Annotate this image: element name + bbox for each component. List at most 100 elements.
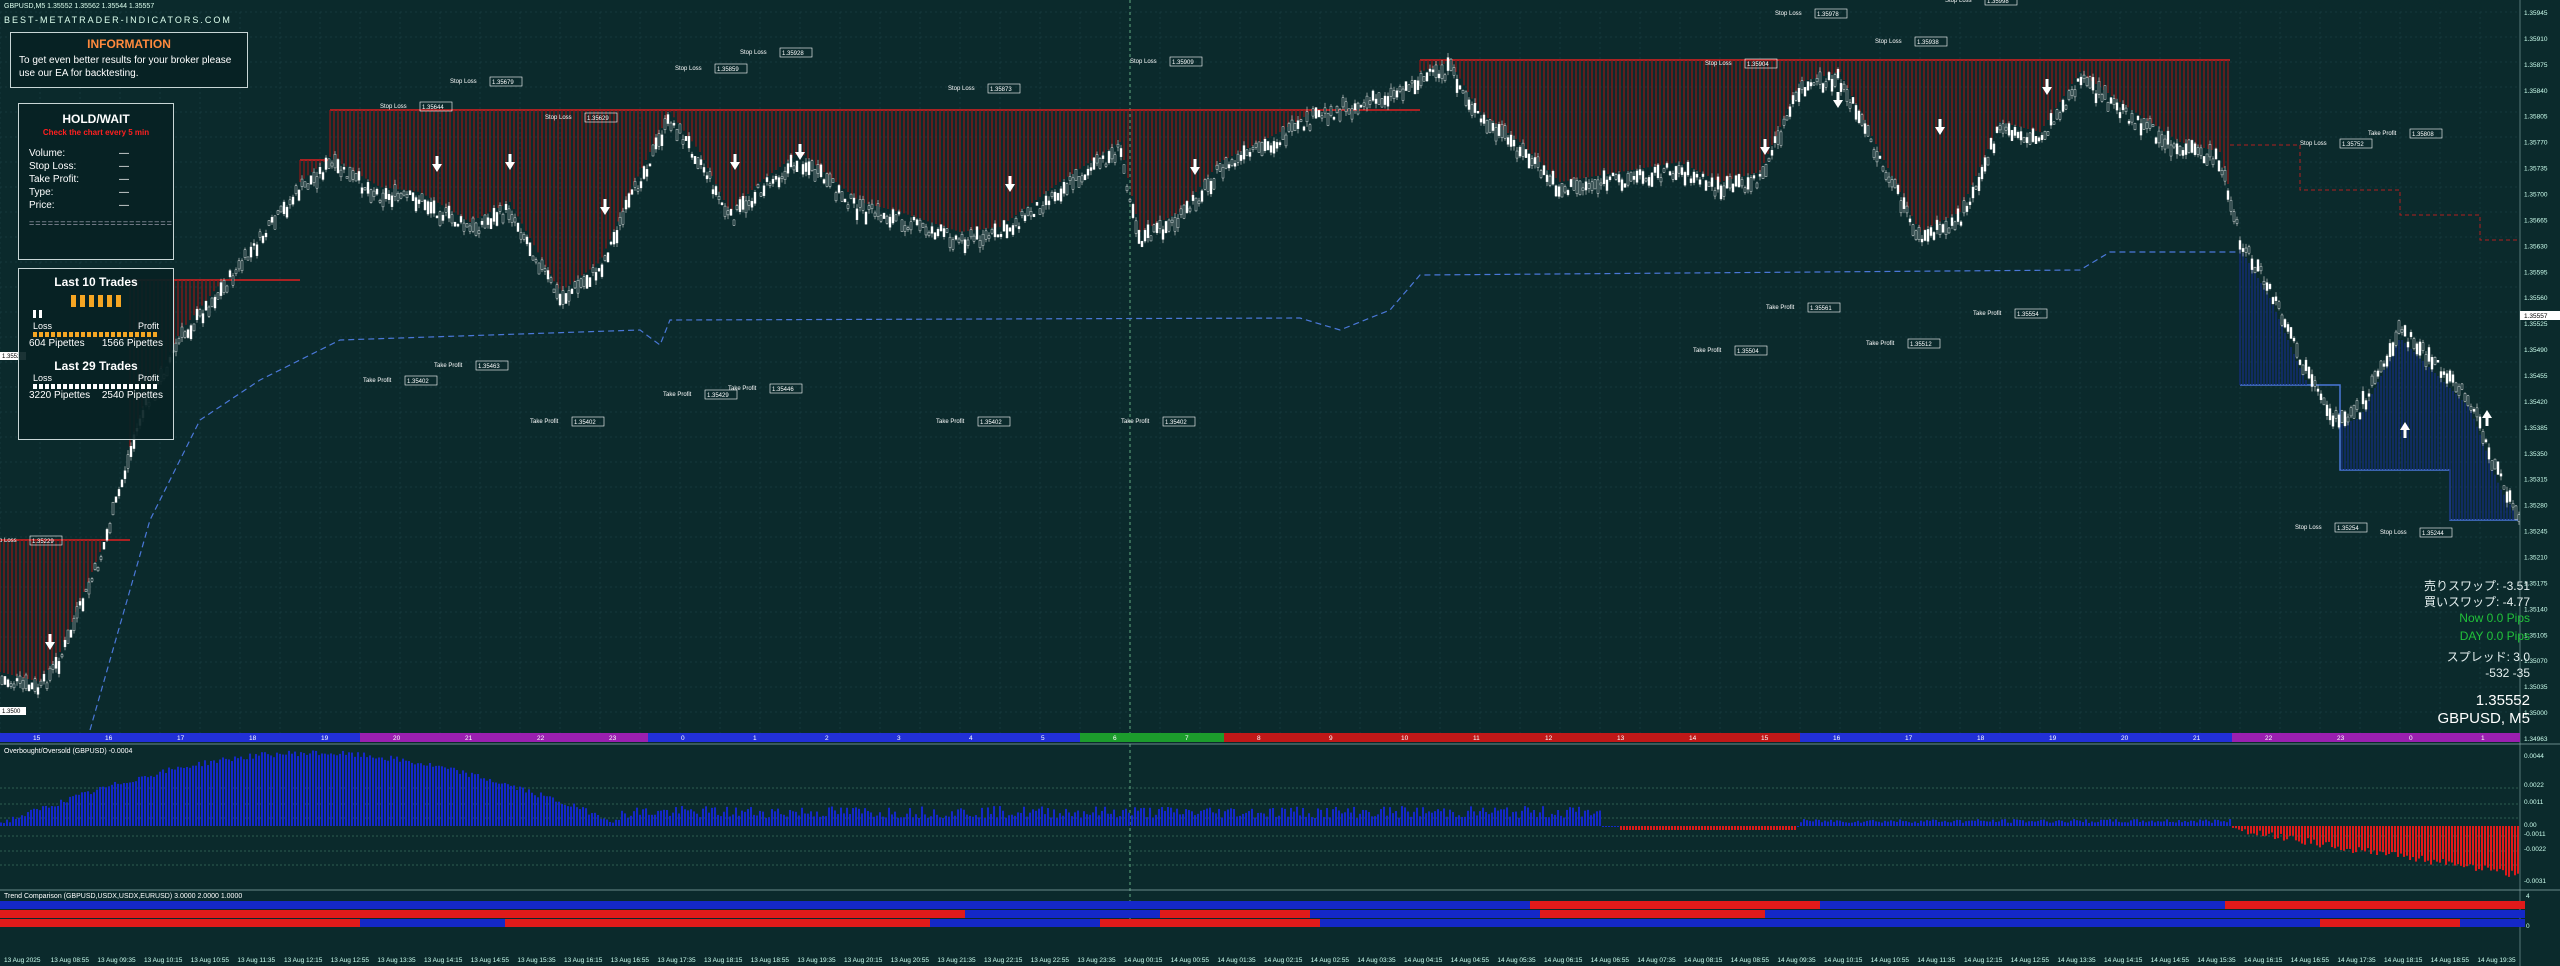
osc-bar [939, 817, 941, 826]
candle [405, 194, 409, 198]
osc-bar [1107, 813, 1109, 826]
candle [2490, 460, 2494, 471]
osc-bar [1806, 820, 1808, 826]
candle [2244, 247, 2248, 253]
candle [2493, 458, 2497, 470]
candle [690, 153, 694, 158]
candle [987, 235, 991, 239]
osc-bar [1866, 820, 1868, 826]
osc-bar [2358, 826, 2360, 848]
osc-bar [966, 814, 968, 826]
osc-bar [2088, 822, 2090, 826]
osc-bar [1914, 821, 1916, 826]
osc-bar [2085, 819, 2087, 826]
osc-bar [1176, 808, 1178, 826]
osc-bar [981, 807, 983, 826]
candle [516, 222, 520, 232]
osc-bar [435, 765, 437, 826]
osc-bar [1509, 816, 1511, 826]
osc-bar [441, 766, 443, 826]
candle [1404, 81, 1408, 91]
osc-bar [270, 755, 272, 826]
candle [774, 175, 778, 180]
osc-bar [1269, 808, 1271, 826]
candle [837, 185, 841, 193]
osc-bar [1029, 812, 1031, 826]
osc-bar [1560, 815, 1562, 826]
osc-bar [693, 811, 695, 826]
candle [1425, 72, 1429, 82]
osc-bar [252, 758, 254, 826]
osc-bar [2430, 826, 2432, 865]
osc-bar [1527, 807, 1529, 826]
osc-bar [1974, 820, 1976, 826]
candle [858, 199, 862, 208]
candle [1389, 87, 1393, 97]
osc-bar [420, 763, 422, 826]
osc-bar [2325, 826, 2327, 843]
osc-bar [1626, 826, 1628, 830]
candle [462, 222, 466, 232]
candle [1866, 125, 1870, 137]
candle [2349, 407, 2353, 417]
candle [930, 226, 934, 234]
osc-bar [129, 782, 131, 826]
osc-bar [2025, 822, 2027, 826]
osc-bar [1356, 817, 1358, 826]
candle [645, 169, 649, 177]
candle [2496, 461, 2500, 475]
hold-wait-subtitle: Check the chart every 5 min [42, 128, 150, 137]
osc-bar [1623, 826, 1625, 830]
candle [2487, 447, 2491, 460]
osc-bar [1149, 807, 1151, 826]
osc-bar [546, 796, 548, 826]
hour-label: 13 [1617, 735, 1625, 742]
osc-bar [1026, 816, 1028, 826]
osc-bar [1482, 807, 1484, 826]
osc-bar [837, 814, 839, 826]
osc-bar [2241, 826, 2243, 832]
osc-bar [1212, 812, 1214, 826]
candle [354, 173, 358, 182]
osc-bar [1332, 809, 1334, 826]
osc-bar [2352, 826, 2354, 853]
osc-bar [951, 811, 953, 826]
candle [2268, 284, 2272, 289]
candle [1929, 227, 1933, 236]
loss-pips-10: 604 Pipettes [29, 338, 85, 349]
osc-bar [1293, 811, 1295, 826]
candle [420, 193, 424, 202]
candle [1845, 89, 1849, 102]
candle [882, 212, 886, 219]
chart-canvas[interactable]: Stop Loss1.35229Stop Loss1.35644Stop Los… [0, 0, 2560, 966]
profit-label-29: Profit [137, 373, 159, 383]
top-bar: GBPUSD,M5 1.35552 1.35562 1.35544 1.3555… [0, 0, 2560, 30]
osc-bar [924, 814, 926, 826]
osc-bar [2235, 826, 2237, 829]
osc-bar [1419, 816, 1421, 826]
osc-bar [1152, 817, 1154, 826]
osc-bar [708, 812, 710, 826]
osc-bar [1515, 811, 1517, 826]
candle [1710, 177, 1714, 187]
osc-bar [360, 756, 362, 826]
candle [240, 260, 244, 271]
candle [1731, 183, 1735, 193]
candle [189, 325, 193, 340]
osc-bar [654, 814, 656, 826]
candle [1683, 172, 1687, 186]
osc-bar [1554, 814, 1556, 826]
take-profit-price: 1.35561 [1810, 306, 1832, 312]
candle [1623, 183, 1627, 188]
candle [1947, 227, 1951, 234]
osc-bar [1476, 815, 1478, 826]
candle [1179, 208, 1183, 215]
candle [1635, 170, 1639, 183]
candle [54, 656, 58, 669]
osc-bar [522, 787, 524, 826]
osc-bar [1854, 822, 1856, 826]
candle [966, 239, 970, 246]
osc-level-label: -0.0031 [2524, 878, 2546, 885]
osc-bar [1398, 817, 1400, 826]
candle [1599, 182, 1603, 186]
